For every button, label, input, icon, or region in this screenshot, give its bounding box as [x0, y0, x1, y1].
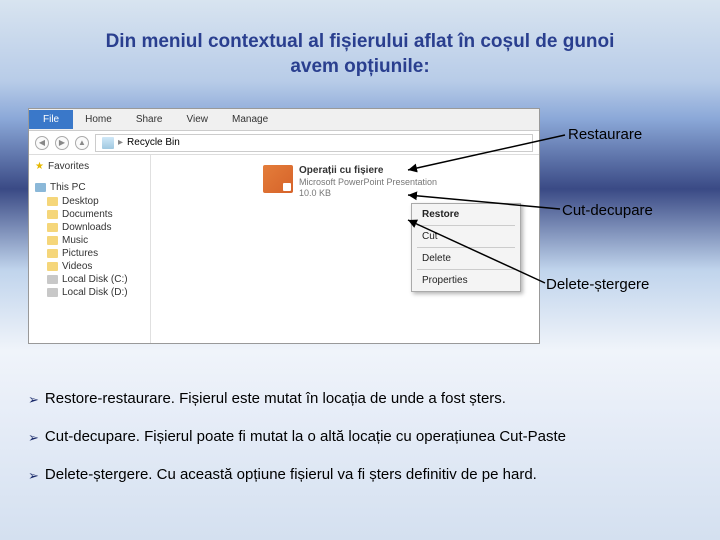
sidebar-item-disk-d[interactable]: Local Disk (D:) — [35, 286, 144, 299]
menu-properties[interactable]: Properties — [414, 272, 518, 289]
menu-separator — [417, 269, 515, 270]
address-label: Recycle Bin — [127, 137, 180, 148]
sidebar-item-videos[interactable]: Videos — [35, 260, 144, 273]
bullet-restore: ➢ Restore-restaurare. Fișierul este muta… — [28, 390, 692, 410]
ribbon-tab-home[interactable]: Home — [73, 110, 124, 129]
nav-bar: ◀ ▶ ▲ ▸ Recycle Bin — [29, 131, 539, 155]
folder-icon — [47, 236, 58, 245]
nav-back-icon[interactable]: ◀ — [35, 136, 49, 150]
title-line-2: avem opțiunile: — [290, 56, 429, 77]
ribbon-tab-share[interactable]: Share — [124, 110, 175, 129]
star-icon: ★ — [35, 161, 44, 172]
sidebar-item-pictures[interactable]: Pictures — [35, 247, 144, 260]
folder-icon — [47, 223, 58, 232]
callout-cut: Cut-decupare — [562, 202, 653, 219]
folder-icon — [47, 210, 58, 219]
content-pane: Operații cu fișiere Microsoft PowerPoint… — [151, 155, 539, 343]
title-line-1: Din meniul contextual al fișierului afla… — [106, 31, 615, 52]
menu-separator — [417, 225, 515, 226]
slide-title: Din meniul contextual al fișierului afla… — [0, 0, 720, 89]
sidebar-item-downloads[interactable]: Downloads — [35, 221, 144, 234]
sidebar-item-documents[interactable]: Documents — [35, 208, 144, 221]
ribbon-tab-manage[interactable]: Manage — [220, 110, 280, 129]
powerpoint-icon — [263, 165, 293, 193]
folder-icon — [47, 249, 58, 258]
bullet-delete: ➢ Delete-ștergere. Cu această opțiune fi… — [28, 466, 692, 486]
folder-icon — [47, 262, 58, 271]
menu-cut[interactable]: Cut — [414, 228, 518, 245]
bullet-icon: ➢ — [28, 390, 39, 410]
pc-icon — [35, 183, 46, 192]
nav-forward-icon[interactable]: ▶ — [55, 136, 69, 150]
folder-icon — [47, 197, 58, 206]
disk-icon — [47, 288, 58, 297]
bullet-list: ➢ Restore-restaurare. Fișierul este muta… — [28, 390, 692, 504]
callout-delete: Delete-ștergere — [546, 276, 649, 293]
sidebar-item-disk-c[interactable]: Local Disk (C:) — [35, 273, 144, 286]
ribbon: File Home Share View Manage — [29, 109, 539, 131]
recycle-bin-icon — [102, 137, 114, 149]
sidebar: ★ Favorites This PC Desktop Documents Do… — [29, 155, 151, 343]
file-size: 10.0 KB — [299, 188, 437, 199]
menu-restore[interactable]: Restore — [414, 206, 518, 223]
disk-icon — [47, 275, 58, 284]
ribbon-tab-file[interactable]: File — [29, 110, 73, 129]
sidebar-item-desktop[interactable]: Desktop — [35, 195, 144, 208]
file-item[interactable]: Operații cu fișiere Microsoft PowerPoint… — [261, 163, 439, 201]
bullet-icon: ➢ — [28, 466, 39, 486]
sidebar-item-music[interactable]: Music — [35, 234, 144, 247]
menu-delete[interactable]: Delete — [414, 250, 518, 267]
sidebar-this-pc[interactable]: This PC — [35, 180, 144, 195]
context-menu: Restore Cut Delete Properties — [411, 203, 521, 292]
callout-restore: Restaurare — [568, 126, 642, 143]
nav-up-icon[interactable]: ▲ — [75, 136, 89, 150]
address-bar[interactable]: ▸ Recycle Bin — [95, 134, 533, 152]
bullet-cut: ➢ Cut-decupare. Fișierul poate fi mutat … — [28, 428, 692, 448]
explorer-screenshot: File Home Share View Manage ◀ ▶ ▲ ▸ Recy… — [28, 108, 540, 344]
sidebar-favorites[interactable]: ★ Favorites — [35, 159, 144, 174]
menu-separator — [417, 247, 515, 248]
bullet-icon: ➢ — [28, 428, 39, 448]
file-name: Operații cu fișiere — [299, 165, 437, 177]
ribbon-tab-view[interactable]: View — [175, 110, 221, 129]
file-type: Microsoft PowerPoint Presentation — [299, 177, 437, 188]
